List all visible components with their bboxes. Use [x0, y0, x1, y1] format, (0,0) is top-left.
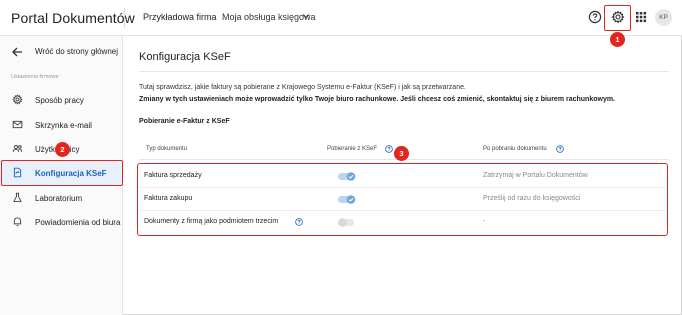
column-header-doc-type: Typ dokumentu [146, 146, 188, 152]
table-row: Faktura sprzedaży Zatrzymaj w Portalu Do… [138, 165, 666, 188]
arrow-left-icon [12, 47, 22, 57]
flask-icon [13, 192, 22, 202]
top-bar: Portal Dokumentów Przykładowa firma Moja… [0, 0, 682, 36]
section-title: Pobieranie e-Faktur z KSeF [139, 118, 230, 125]
ksef-nav-highlight [1, 160, 123, 186]
bell-icon [13, 217, 22, 226]
app-title[interactable]: Portal Dokumentów [11, 10, 135, 26]
description-text: Tutaj sprawdzisz, jakie faktury są pobie… [139, 84, 466, 91]
after-download-cell: Prześlij od razu do księgowości [483, 195, 581, 202]
sidebar-section-label: Ustawienia firmowe [11, 74, 59, 80]
doc-type-cell: Faktura zakupu [144, 195, 193, 202]
column-header-after-download: Po pobraniu dokumentu [483, 146, 547, 152]
sidebar-item-label: Laboratorium [35, 194, 83, 203]
doc-type-cell: Dokumenty z firmą jako podmiotem trzecim [144, 218, 279, 225]
apps-grid-icon[interactable] [634, 10, 648, 24]
sidebar-item-label: Skrzynka e-mail [35, 121, 92, 130]
warning-text: Zmiany w tych ustawieniach może wprowadz… [139, 96, 616, 103]
sidebar-item-work-mode[interactable]: Sposób pracy [0, 88, 123, 112]
sidebar-item-laboratory[interactable]: Laboratorium [0, 186, 123, 210]
doc-type-cell: Faktura sprzedaży [144, 172, 202, 179]
help-icon[interactable] [295, 218, 303, 226]
step-badge-2: 2 [55, 142, 70, 157]
gear-icon [12, 94, 23, 105]
page-title: Konfiguracja KSeF [139, 51, 231, 63]
sidebar-item-label: Powiadomienia od biura [35, 218, 121, 227]
users-icon [12, 144, 23, 153]
sidebar-item-notifications[interactable]: Powiadomienia od biura [0, 210, 123, 234]
help-icon[interactable] [385, 145, 393, 153]
ksef-download-toggle[interactable] [338, 195, 356, 204]
after-download-cell: Zatrzymaj w Portalu Dokumentów [483, 172, 588, 179]
title-divider [139, 71, 669, 72]
help-icon[interactable] [588, 10, 602, 24]
main-content: Konfiguracja KSeF Tutaj sprawdzisz, jaki… [124, 36, 682, 315]
sidebar: Wróć do strony głównej Ustawienia firmow… [0, 36, 123, 315]
sidebar-item-label: Sposób pracy [35, 96, 84, 105]
back-label: Wróć do strony głównej [35, 47, 118, 56]
ksef-table: Faktura sprzedaży Zatrzymaj w Portalu Do… [137, 163, 668, 236]
ksef-download-toggle[interactable] [338, 218, 356, 227]
step-badge-3: 3 [394, 146, 409, 161]
help-icon[interactable] [556, 145, 564, 153]
back-to-home-link[interactable]: Wróć do strony głównej [0, 40, 123, 64]
header-divider [124, 8, 125, 28]
table-row: Dokumenty z firmą jako podmiotem trzecim… [138, 211, 666, 234]
table-row: Faktura zakupu Prześlij od razu do księg… [138, 188, 666, 211]
after-download-cell: - [483, 218, 486, 225]
avatar[interactable]: KP [655, 9, 672, 26]
chevron-down-icon[interactable] [302, 12, 310, 20]
company-name[interactable]: Przykładowa firma [143, 12, 217, 22]
column-header-ksef-download: Pobieranie z KSeF [327, 146, 378, 152]
sidebar-item-mailbox[interactable]: Skrzynka e-mail [0, 113, 123, 137]
ksef-download-toggle[interactable] [338, 172, 356, 181]
mail-icon [12, 120, 23, 129]
gear-icon[interactable] [611, 10, 625, 24]
